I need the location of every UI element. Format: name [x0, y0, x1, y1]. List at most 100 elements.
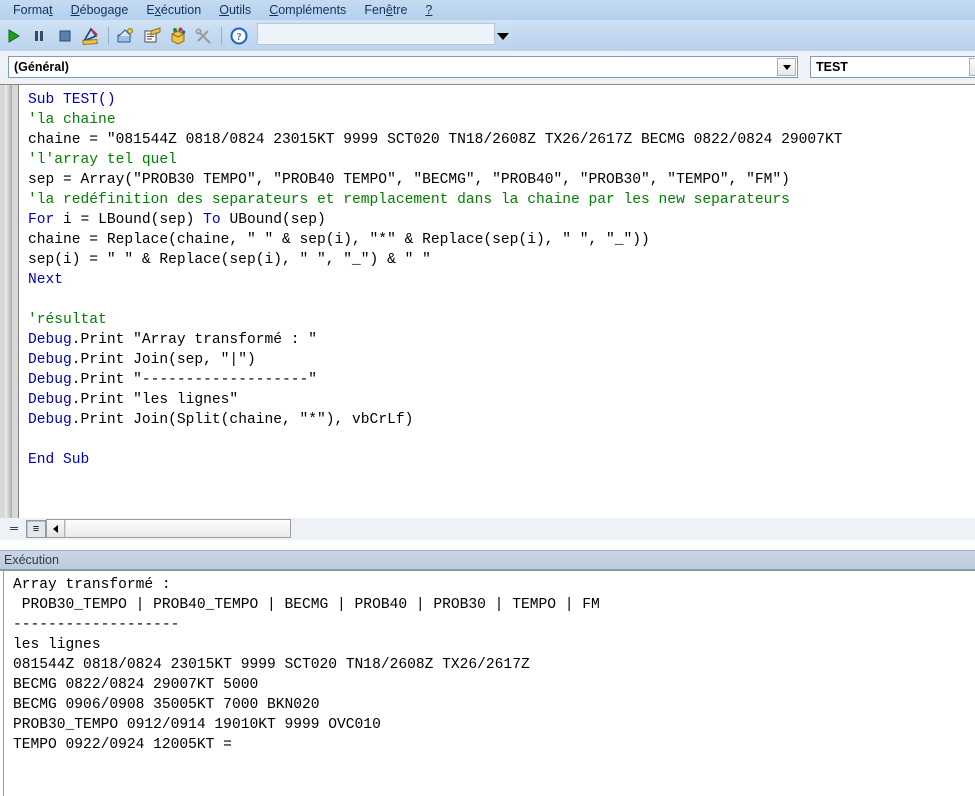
code-line: Debug.Print "Array transformé : ": [28, 330, 975, 350]
menu-label-execution-pre: E: [146, 2, 155, 17]
code-pane-bottom-bar: ═ ≡: [0, 518, 975, 540]
object-combo[interactable]: (Général): [8, 56, 798, 78]
code-header-bar: (Général) TEST: [0, 51, 975, 84]
menu-accel-debogage: D: [70, 2, 80, 17]
menu-item-complements[interactable]: Compléments: [260, 1, 355, 20]
code-token: 'résultat: [28, 312, 107, 328]
stop-button[interactable]: [53, 24, 77, 48]
menu-label-fenetre: tre: [392, 2, 408, 17]
properties-window-icon: [143, 26, 161, 45]
code-line: 'résultat: [28, 310, 975, 330]
menu-label-complements: ompléments: [278, 2, 347, 17]
immediate-window-titlebar[interactable]: Exécution: [0, 550, 975, 569]
code-line: Sub TEST(): [28, 90, 975, 110]
toolbar-standard: ?: [0, 20, 512, 51]
code-line: Debug.Print "-------------------": [28, 370, 975, 390]
immediate-output-line: 081544Z 0818/0824 23015KT 9999 SCT020 TN…: [13, 657, 530, 673]
procedure-combo-arrow[interactable]: [969, 58, 975, 76]
properties-window-button[interactable]: [140, 24, 164, 48]
toolbox-button[interactable]: [192, 24, 216, 48]
code-token: End Sub: [28, 452, 90, 468]
menu-item-outils[interactable]: Outils: [210, 1, 260, 20]
code-token: Debug: [28, 332, 72, 348]
help-button[interactable]: ?: [227, 24, 251, 48]
design-mode-button[interactable]: [79, 24, 103, 48]
code-token: 'la chaine: [28, 112, 116, 128]
toolbar-position-box: [257, 23, 495, 45]
code-line: Debug.Print "les lignes": [28, 390, 975, 410]
code-token: 'l'array tel quel: [28, 152, 177, 168]
code-token: i = LBound(sep): [54, 212, 204, 228]
run-icon: [5, 28, 21, 44]
procedure-combo[interactable]: TEST: [810, 56, 975, 78]
immediate-window-text[interactable]: Array transformé : PROB30_TEMPO | PROB40…: [13, 575, 973, 755]
code-horizontal-scrollbar[interactable]: [46, 519, 291, 538]
code-line: Debug.Print Join(sep, "|"): [28, 350, 975, 370]
menu-item-fenetre[interactable]: Fenêtre: [355, 1, 416, 20]
code-line: sep(i) = " " & Replace(sep(i), " ", "_")…: [28, 250, 975, 270]
code-line: 'la chaine: [28, 110, 975, 130]
immediate-output-line: Array transformé :: [13, 577, 180, 593]
toolbar-overflow-icon[interactable]: [496, 29, 510, 43]
toolbar: ?: [0, 20, 975, 51]
design-mode-icon: [82, 27, 100, 45]
menu-accel-outils: O: [219, 2, 229, 17]
pause-icon: [31, 28, 47, 44]
code-margin-indicator-bar[interactable]: [0, 85, 19, 518]
help-icon: ?: [230, 27, 248, 45]
code-token: .Print "Array transformé : ": [71, 332, 318, 348]
code-token: 'la redéfinition des separateurs et remp…: [28, 192, 790, 208]
code-token: To: [203, 212, 221, 228]
project-explorer-button[interactable]: [114, 24, 138, 48]
code-token: sep(i) = " " & Replace(sep(i), " ", "_")…: [28, 252, 431, 268]
scroll-left-arrow-icon[interactable]: [47, 520, 65, 537]
code-line: 'la redéfinition des separateurs et remp…: [28, 190, 975, 210]
immediate-output-line: TEMPO 0922/0924 12005KT =: [13, 737, 232, 753]
menu-bar: Format Débogage Exécution Outils Complém…: [0, 0, 975, 20]
immediate-left-margin: [0, 571, 4, 796]
menu-label-outils: utils: [228, 2, 252, 17]
immediate-output-line: BECMG 0906/0908 35005KT 7000 BKN020: [13, 697, 320, 713]
code-token: .Print Join(Split(chaine, "*"), vbCrLf): [71, 412, 414, 428]
code-line: Next: [28, 270, 975, 290]
pause-button[interactable]: [27, 24, 51, 48]
menu-item-aide[interactable]: ?: [416, 1, 441, 20]
code-token: chaine = Replace(chaine, " " & sep(i), "…: [28, 232, 650, 248]
object-combo-arrow[interactable]: [777, 58, 796, 76]
code-token: Next: [28, 272, 64, 288]
menu-label-fenetre-pre: Fen: [364, 2, 386, 17]
project-explorer-icon: [117, 27, 135, 45]
full-module-view-button[interactable]: ≡: [26, 520, 46, 538]
code-editor-text[interactable]: Sub TEST() 'la chaine chaine = "081544Z 08…: [28, 90, 975, 470]
code-token: Debug: [28, 372, 72, 388]
code-line: For i = LBound(sep) To UBound(sep): [28, 210, 975, 230]
procedure-view-button[interactable]: ═: [4, 520, 24, 538]
code-token: .Print Join(sep, "|"): [71, 352, 256, 368]
scroll-track[interactable]: [65, 520, 290, 537]
menu-label-format: Forma: [13, 2, 50, 17]
code-token: .Print "-------------------": [71, 372, 318, 388]
menu-item-format[interactable]: Format: [4, 1, 62, 20]
menu-accel-aide: ?: [425, 2, 433, 17]
immediate-output-line: les lignes: [13, 637, 101, 653]
code-token: Debug: [28, 412, 72, 428]
run-button[interactable]: [1, 24, 25, 48]
menu-item-execution[interactable]: Exécution: [137, 1, 210, 20]
svg-text:?: ?: [237, 32, 242, 43]
code-token: sep = Array("PROB30 TEMPO", "PROB40 TEMP…: [28, 172, 790, 188]
code-line: End Sub: [28, 450, 975, 470]
full-module-view-icon: ≡: [32, 523, 40, 535]
menu-label-debogage: ébogage: [79, 2, 129, 17]
menu-item-debogage[interactable]: Débogage: [62, 1, 138, 20]
toolbar-separator-2: [221, 26, 222, 45]
code-line: chaine = "081544Z 0818/0824 23015KT 9999…: [28, 130, 975, 150]
code-line: 'l'array tel quel: [28, 150, 975, 170]
code-pane[interactable]: Sub TEST() 'la chaine chaine = "081544Z 08…: [0, 84, 975, 518]
object-browser-button[interactable]: [166, 24, 190, 48]
immediate-window[interactable]: Array transformé : PROB30_TEMPO | PROB40…: [0, 569, 975, 796]
menu-accel-complements: C: [269, 2, 279, 17]
code-line: Debug.Print Join(Split(chaine, "*"), vbC…: [28, 410, 975, 430]
toolbox-icon: [195, 27, 213, 45]
object-browser-icon: [169, 27, 187, 45]
